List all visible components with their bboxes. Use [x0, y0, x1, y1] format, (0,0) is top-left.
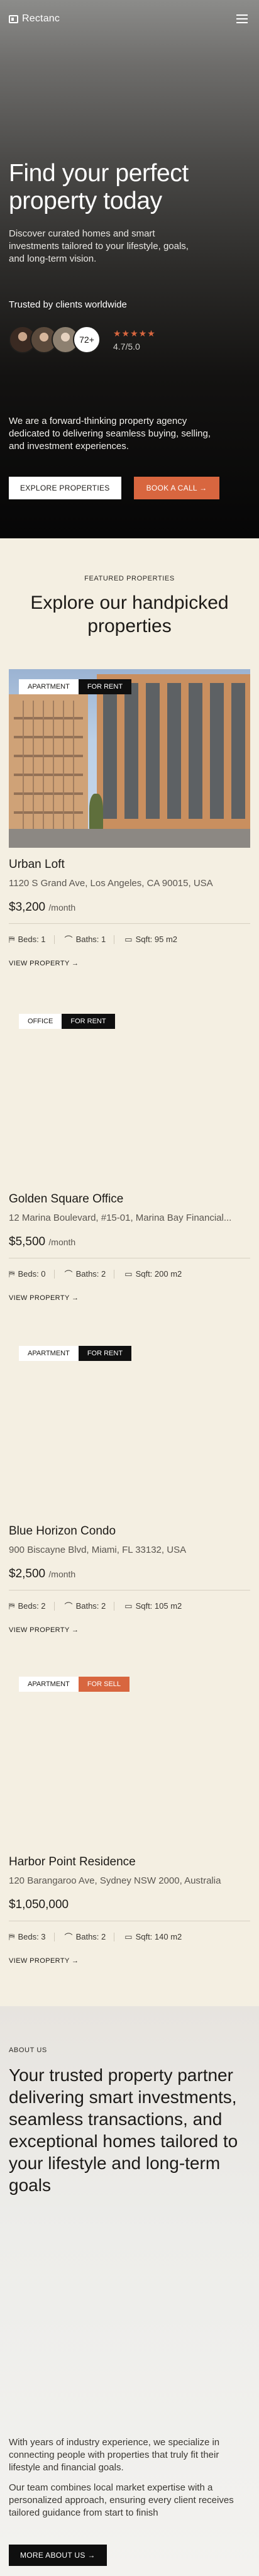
sqft-stat: ▭ Sqft: 105 m2 [124, 1601, 182, 1611]
property-tags: OFFICE FOR RENT [19, 1014, 115, 1029]
view-property-link[interactable]: VIEW PROPERTY → [9, 1957, 79, 1965]
property-type-tag: OFFICE [19, 1014, 62, 1029]
area-icon: ▭ [124, 934, 133, 944]
beds-stat: ⛿ Beds: 1 [9, 933, 55, 945]
property-type-tag: APARTMENT [19, 1677, 79, 1692]
about-title: Your trusted property partner delivering… [9, 2065, 238, 2195]
hero-section: Rectanc Find your perfect property today… [0, 0, 259, 538]
property-name[interactable]: Urban Loft [9, 858, 65, 872]
baths-stat: ⌒ Baths: 2 [65, 1268, 115, 1280]
trusted-label: Trusted by clients worldwide [9, 299, 127, 310]
property-card[interactable]: APARTMENT FOR SELL Harbor Point Residenc… [9, 1667, 250, 1965]
rating-score: 4.7/5.0 [113, 341, 140, 352]
area-icon: ▭ [124, 1931, 133, 1941]
property-card[interactable]: OFFICE FOR RENT Golden Square Office 12 … [9, 1004, 250, 1302]
about-section: ABOUT US Your trusted property partner d… [0, 2006, 259, 2576]
property-tags: APARTMENT FOR SELL [19, 1677, 130, 1692]
property-price: $2,500 /month [9, 1567, 76, 1580]
about-eyebrow: ABOUT US [9, 2046, 47, 2054]
divider [9, 923, 250, 924]
beds-stat: ⛿ Beds: 2 [9, 1600, 55, 1612]
bed-icon: ⛿ [9, 1601, 15, 1611]
property-status-tag: FOR RENT [78, 1346, 132, 1361]
bed-icon: ⛿ [9, 934, 15, 944]
bath-icon: ⌒ [64, 1933, 73, 1942]
property-price: $5,500 /month [9, 1235, 76, 1248]
book-a-call-button[interactable]: BOOK A CALL → [133, 477, 220, 499]
area-icon: ▭ [124, 1269, 133, 1279]
beds-stat: ⛿ Beds: 3 [9, 1931, 55, 1943]
property-type-tag: APARTMENT [19, 679, 79, 694]
view-property-link[interactable]: VIEW PROPERTY → [9, 1626, 79, 1634]
sqft-stat: ▭ Sqft: 140 m2 [124, 1931, 182, 1942]
logo-icon [9, 14, 18, 23]
brand-name: Rectanc [22, 13, 60, 24]
property-image[interactable]: OFFICE FOR RENT [9, 1004, 250, 1182]
property-address: 12 Marina Boulevard, #15-01, Marina Bay … [9, 1213, 232, 1223]
property-status-tag: FOR SELL [78, 1677, 130, 1692]
baths-stat: ⌒ Baths: 1 [65, 933, 115, 945]
property-stats: ⛿ Beds: 0 ⌒ Baths: 2 ▭ Sqft: 200 m2 [9, 1268, 182, 1280]
client-avatars: 72+ ★★★★★ 4.7/5.0 [9, 326, 156, 353]
featured-eyebrow: FEATURED PROPERTIES [84, 575, 175, 582]
property-image[interactable]: APARTMENT FOR SELL [9, 1667, 250, 1845]
property-address: 1120 S Grand Ave, Los Angeles, CA 90015,… [9, 878, 213, 889]
hero-about-text: We are a forward-thinking property agenc… [9, 416, 211, 452]
brand-logo[interactable]: Rectanc [9, 13, 60, 25]
property-card[interactable]: APARTMENT FOR RENT Urban Loft 1120 S Gra… [9, 669, 250, 967]
property-stats: ⛿ Beds: 1 ⌒ Baths: 1 ▭ Sqft: 95 m2 [9, 933, 177, 945]
property-name[interactable]: Harbor Point Residence [9, 1855, 136, 1869]
property-address: 900 Biscayne Blvd, Miami, FL 33132, USA [9, 1545, 187, 1555]
menu-icon[interactable] [234, 12, 250, 26]
hero-subtitle: Discover curated homes and smart investm… [9, 228, 189, 264]
property-image[interactable]: APARTMENT FOR RENT [9, 669, 250, 848]
rating-block: ★★★★★ 4.7/5.0 [113, 328, 156, 352]
more-about-us-button[interactable]: MORE ABOUT US → [9, 2545, 107, 2566]
hero-title: Find your perfect property today [9, 160, 189, 214]
bed-icon: ⛿ [9, 1269, 15, 1279]
explore-properties-button[interactable]: EXPLORE PROPERTIES [9, 477, 121, 499]
bed-icon: ⛿ [9, 1931, 15, 1941]
star-rating-icon: ★★★★★ [113, 328, 156, 338]
hero-ctas: EXPLORE PROPERTIES BOOK A CALL → [9, 477, 220, 499]
sqft-stat: ▭ Sqft: 200 m2 [124, 1269, 182, 1279]
property-status-tag: FOR RENT [78, 679, 132, 694]
building-photo [9, 669, 250, 848]
baths-stat: ⌒ Baths: 2 [65, 1600, 115, 1612]
property-price: $3,200 /month [9, 901, 76, 914]
divider [9, 1590, 250, 1591]
property-stats: ⛿ Beds: 3 ⌒ Baths: 2 ▭ Sqft: 140 m2 [9, 1931, 182, 1943]
property-card[interactable]: APARTMENT FOR RENT Blue Horizon Condo 90… [9, 1336, 250, 1634]
property-name[interactable]: Blue Horizon Condo [9, 1524, 116, 1538]
bath-icon: ⌒ [64, 935, 73, 945]
property-tags: APARTMENT FOR RENT [19, 1346, 132, 1361]
property-price: $1,050,000 [9, 1898, 69, 1911]
top-bar: Rectanc [9, 9, 250, 29]
featured-title: Explore our handpicked properties [30, 592, 229, 636]
bath-icon: ⌒ [64, 1602, 73, 1611]
about-paragraph: Our team combines local market expertise… [9, 2482, 234, 2518]
property-status-tag: FOR RENT [62, 1014, 115, 1029]
property-address: 120 Barangaroo Ave, Sydney NSW 2000, Aus… [9, 1875, 221, 1886]
property-stats: ⛿ Beds: 2 ⌒ Baths: 2 ▭ Sqft: 105 m2 [9, 1600, 182, 1612]
area-icon: ▭ [124, 1601, 133, 1611]
bath-icon: ⌒ [64, 1270, 73, 1279]
property-name[interactable]: Golden Square Office [9, 1192, 123, 1206]
about-paragraph: With years of industry experience, we sp… [9, 2437, 220, 2473]
property-image[interactable]: APARTMENT FOR RENT [9, 1336, 250, 1514]
beds-stat: ⛿ Beds: 0 [9, 1268, 55, 1280]
baths-stat: ⌒ Baths: 2 [65, 1931, 115, 1943]
client-count-badge: 72+ [73, 326, 101, 353]
property-tags: APARTMENT FOR RENT [19, 679, 132, 694]
view-property-link[interactable]: VIEW PROPERTY → [9, 1294, 79, 1302]
sqft-stat: ▭ Sqft: 95 m2 [124, 934, 178, 945]
view-property-link[interactable]: VIEW PROPERTY → [9, 960, 79, 967]
property-type-tag: APARTMENT [19, 1346, 79, 1361]
